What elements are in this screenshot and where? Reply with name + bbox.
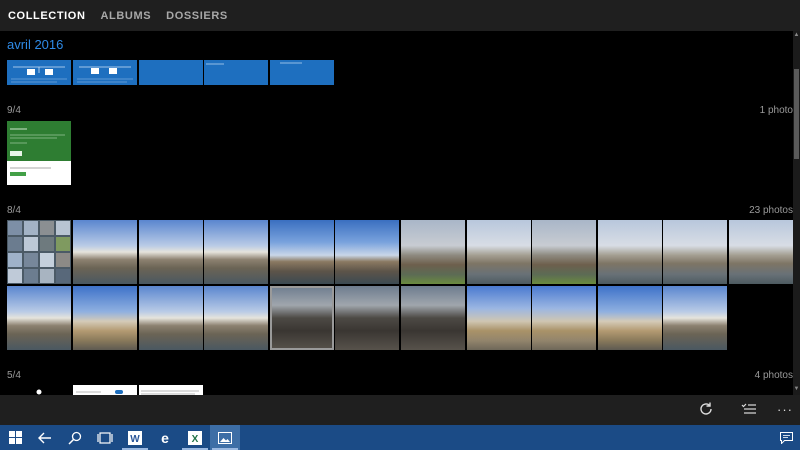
photo-thumbnail[interactable] — [7, 385, 71, 395]
photo-thumbnail[interactable] — [204, 60, 268, 85]
diagram-screenshot-image — [73, 60, 137, 85]
tab-collection[interactable]: COLLECTION — [8, 10, 86, 22]
photo-thumbnail[interactable] — [204, 220, 268, 284]
edge-icon[interactable]: e — [150, 425, 180, 450]
photo-thumbnail[interactable] — [401, 220, 465, 284]
photo-collection-grid[interactable]: avril 2016 9/4 1 photo 8/4 23 photos 5/4… — [0, 31, 793, 395]
photo-thumbnail[interactable] — [270, 220, 334, 284]
photo-thumbnail[interactable] — [532, 286, 596, 350]
photo-thumbnail[interactable] — [598, 286, 662, 350]
group-date[interactable]: 5/4 — [7, 370, 21, 381]
group-date[interactable]: 9/4 — [7, 105, 21, 116]
photo-thumbnail[interactable] — [73, 286, 137, 350]
photo-thumbnail[interactable] — [7, 286, 71, 350]
photo-thumbnail[interactable] — [204, 286, 268, 350]
photo-thumbnail[interactable] — [335, 220, 399, 284]
excel-icon[interactable]: X — [180, 425, 210, 450]
screenshot-image — [206, 63, 224, 65]
photos-icon[interactable] — [210, 425, 240, 450]
windows-start-icon[interactable] — [0, 425, 30, 450]
photo-thumbnail[interactable] — [729, 220, 793, 284]
photo-thumbnail[interactable] — [598, 220, 662, 284]
diagram-screenshot-image — [7, 60, 71, 85]
screenshot-image — [76, 390, 123, 394]
photo-thumbnail[interactable] — [7, 60, 71, 85]
tab-dossiers[interactable]: DOSSIERS — [166, 10, 228, 22]
scroll-up-arrow-icon[interactable]: ▲ — [793, 32, 800, 40]
photo-thumbnail[interactable] — [139, 60, 203, 85]
word-icon[interactable]: W — [120, 425, 150, 450]
screenshot-image — [7, 121, 71, 185]
group-count: 1 photo — [759, 105, 793, 116]
photo-thumbnail[interactable] — [270, 60, 334, 85]
command-bar: ··· — [0, 395, 800, 425]
group-date[interactable]: 8/4 — [7, 205, 21, 216]
svg-text:X: X — [192, 434, 199, 445]
photo-thumbnail[interactable] — [139, 286, 203, 350]
scroll-down-arrow-icon[interactable]: ▼ — [793, 386, 800, 394]
photo-thumbnail[interactable] — [467, 220, 531, 284]
photo-thumbnail-selected[interactable] — [270, 286, 334, 350]
screenshot-image — [141, 390, 199, 395]
screenshot-image — [36, 389, 42, 395]
group-count: 4 photos — [754, 370, 793, 381]
photo-thumbnail[interactable] — [7, 220, 71, 284]
photo-thumbnail[interactable] — [7, 121, 71, 185]
photo-thumbnail[interactable] — [73, 60, 137, 85]
photo-thumbnail[interactable] — [401, 286, 465, 350]
select-icon[interactable] — [739, 401, 759, 419]
pivot-header: COLLECTION ALBUMS DOSSIERS — [0, 0, 800, 31]
screenshot-image — [280, 62, 302, 64]
taskbar: W e X — [0, 425, 800, 450]
photo-thumbnail[interactable] — [139, 220, 203, 284]
task-view-icon[interactable] — [90, 425, 120, 450]
refresh-icon[interactable] — [696, 401, 716, 419]
photo-thumbnail[interactable] — [663, 220, 727, 284]
photo-thumbnail[interactable] — [663, 286, 727, 350]
photo-thumbnail[interactable] — [467, 286, 531, 350]
group-count: 23 photos — [749, 205, 793, 216]
photo-thumbnail[interactable] — [139, 385, 203, 395]
collage-image — [8, 221, 70, 283]
scroll-thumb[interactable] — [794, 69, 799, 159]
photo-thumbnail[interactable] — [73, 385, 137, 395]
search-icon[interactable] — [60, 425, 90, 450]
photo-thumbnail[interactable] — [73, 220, 137, 284]
photo-thumbnail[interactable] — [335, 286, 399, 350]
month-header[interactable]: avril 2016 — [7, 37, 63, 52]
tab-albums[interactable]: ALBUMS — [101, 10, 152, 22]
more-icon[interactable]: ··· — [775, 401, 795, 419]
photo-thumbnail[interactable] — [532, 220, 596, 284]
back-icon[interactable] — [30, 425, 60, 450]
svg-text:e: e — [161, 431, 169, 445]
photos-app: COLLECTION ALBUMS DOSSIERS avril 2016 9/… — [0, 0, 800, 450]
action-center-icon[interactable] — [773, 425, 800, 450]
vertical-scrollbar[interactable]: ▲ ▼ — [793, 31, 800, 395]
svg-text:W: W — [130, 434, 140, 445]
